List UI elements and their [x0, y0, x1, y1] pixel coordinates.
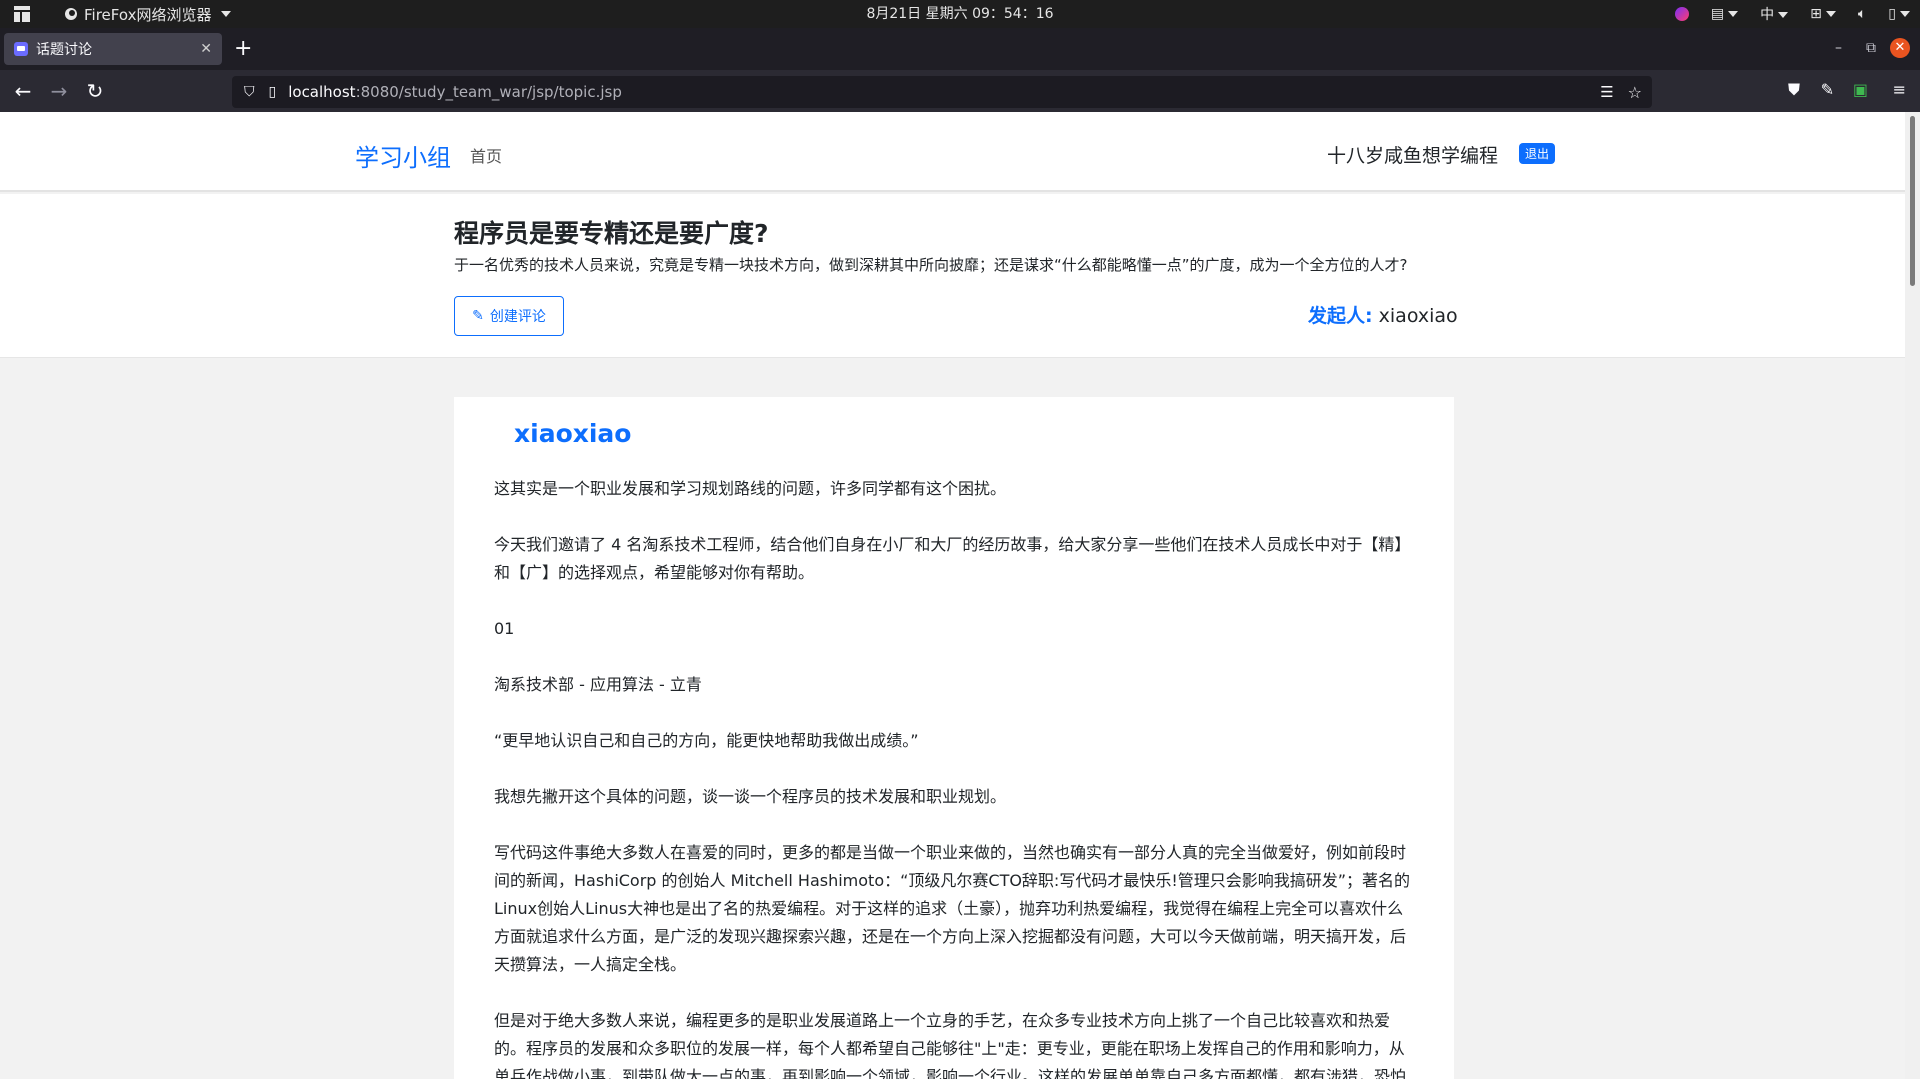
url-path: :8080/study_team_war/jsp/topic.jsp [355, 83, 622, 101]
scrollbar-thumb[interactable] [1910, 116, 1915, 286]
comment-paragraph: 今天我们邀请了 4 名淘系技术工程师，结合他们自身在小厂和大厂的经历故事，给大家… [494, 535, 1411, 582]
network-icon[interactable]: ⊞ [1810, 6, 1836, 22]
brand-logo[interactable]: 学习小组 [355, 138, 451, 173]
url-host: localhost [288, 83, 356, 101]
creator-name: xiaoxiao [1378, 305, 1458, 327]
topic-banner: 程序员是要专精还是要广度? 于一名优秀的技术人员来说，究竟是专精一块技术方向，做… [0, 194, 1905, 358]
shield-icon[interactable]: ⛉ [244, 84, 255, 100]
username[interactable]: 十八岁咸鱼想学编程 [1327, 141, 1498, 168]
app-menu[interactable]: FireFox网络浏览器 [64, 4, 232, 25]
reader-view-icon[interactable]: ☰ [1600, 83, 1613, 101]
logout-button[interactable]: 退出 [1519, 143, 1556, 164]
volume-icon[interactable]: 🔈︎ [1858, 6, 1866, 22]
chevron-down-icon [221, 11, 232, 17]
create-comment-label: 创建评论 [489, 309, 546, 325]
comment-paragraph: 但是对于绝大多数人来说，编程更多的是职业发展道路上一个立身的手艺，在众多专业技术… [494, 1011, 1407, 1079]
system-tray: ▤ 中 ⊞ 🔈︎ ▯ [1674, 0, 1910, 28]
comment-paragraph: 我想先撇开这个具体的问题，谈一谈一个程序员的技术发展和职业规划。 [494, 787, 1007, 806]
forward-icon[interactable]: → [46, 78, 72, 104]
nav-home-link[interactable]: 首页 [470, 143, 502, 167]
comment-paragraph: 写代码这件事绝大多数人在喜爱的同时，更多的都是当做一个职业来做的，当然也确实有一… [494, 843, 1411, 974]
browser-tab[interactable]: 话题讨论 ✕ [4, 33, 222, 65]
site-header: 学习小组 首页 十八岁咸鱼想学编程 退出 [0, 112, 1905, 192]
pocket-icon[interactable]: ⛊ [1788, 80, 1800, 100]
app-name: FireFox网络浏览器 [84, 5, 212, 24]
minimize-icon[interactable]: – [1835, 40, 1842, 56]
back-icon[interactable]: ← [10, 78, 36, 104]
pencil-icon: ✎ [472, 308, 484, 324]
clipboard-icon[interactable]: ▤ [1711, 6, 1739, 22]
os-top-bar: FireFox网络浏览器 8月21日 星期六 09：54：16 ▤ 中 ⊞ 🔈︎… [0, 0, 1920, 28]
reload-icon[interactable]: ↻ [82, 78, 108, 104]
restore-icon[interactable]: ⧉ [1866, 40, 1876, 56]
app-indicator-icon[interactable] [1674, 7, 1689, 21]
comment-paragraph: 01 [494, 619, 515, 638]
navigation-bar: ← → ↻ ⛉ ▯ localhost:8080/study_team_war/… [0, 70, 1920, 112]
comment-author[interactable]: xiaoxiao [514, 419, 631, 448]
comment-paragraph: “更早地认识自己和自己的方向，能更快地帮助我做出成绩。” [494, 731, 919, 750]
comment-card: xiaoxiao 这其实是一个职业发展和学习规划路线的问题，许多同学都有这个困扰… [454, 397, 1454, 1079]
page-scrollbar[interactable] [1905, 112, 1920, 1079]
create-comment-button[interactable]: ✎ 创建评论 [454, 296, 564, 336]
close-tab-icon[interactable]: ✕ [200, 41, 212, 57]
firefox-icon [65, 8, 77, 20]
comment-body: 这其实是一个职业发展和学习规划路线的问题，许多同学都有这个困扰。 今天我们邀请了… [494, 475, 1414, 1079]
topic-title: 程序员是要专精还是要广度? [454, 219, 769, 248]
new-tab-icon[interactable]: + [234, 36, 252, 61]
clock[interactable]: 8月21日 星期六 09：54：16 [0, 0, 1920, 28]
bookmark-star-icon[interactable]: ☆ [1628, 83, 1642, 102]
battery-icon[interactable]: ▯ [1888, 6, 1910, 22]
page-viewport: 学习小组 首页 十八岁咸鱼想学编程 退出 程序员是要专精还是要广度? 于一名优秀… [0, 112, 1905, 1079]
extension-u-icon[interactable]: ▣ [1853, 80, 1868, 99]
comment-paragraph: 淘系技术部 - 应用算法 - 立青 [494, 675, 702, 694]
window-close-icon[interactable]: ✕ [1890, 38, 1910, 58]
menu-icon[interactable]: ≡ [1893, 80, 1906, 99]
ime-indicator[interactable]: 中 [1760, 4, 1789, 24]
topic-description: 于一名优秀的技术人员来说，究竟是专精一块技术方向，做到深耕其中所向披靡；还是谋求… [454, 256, 1408, 274]
page-icon[interactable]: ▯ [269, 84, 277, 100]
tab-title: 话题讨论 [36, 42, 92, 58]
tab-bar: 话题讨论 ✕ [0, 28, 1920, 70]
url-bar[interactable]: ⛉ ▯ localhost:8080/study_team_war/jsp/to… [232, 76, 1652, 108]
creator-label: 发起人: [1308, 305, 1373, 327]
comment-paragraph: 这其实是一个职业发展和学习规划路线的问题，许多同学都有这个困扰。 [494, 479, 1007, 498]
activities-icon[interactable] [0, 0, 44, 28]
extension-icon[interactable]: ✎ [1821, 80, 1834, 99]
tab-favicon-icon [14, 42, 28, 56]
topic-creator: 发起人: xiaoxiao [1308, 301, 1458, 328]
